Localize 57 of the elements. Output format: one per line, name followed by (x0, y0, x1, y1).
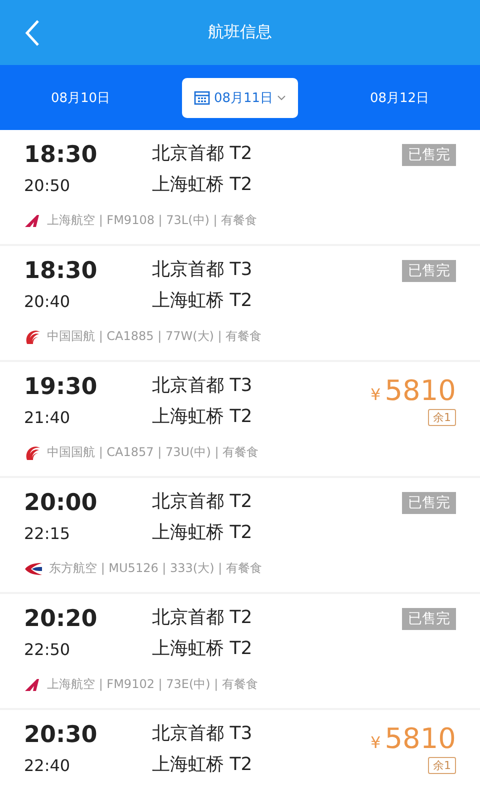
sold-out-label: 已售完 (402, 492, 456, 514)
arrival-time: 22:40 (24, 755, 72, 777)
price: 5810 (384, 376, 456, 406)
arrival-time: 20:50 (24, 175, 72, 197)
departure-time: 20:00 (24, 489, 98, 518)
flight-card[interactable]: 20:30 22:40 北京首都 T3 上海虹桥 T2 ¥5810 余1 (0, 710, 480, 800)
arrival-time: 22:15 (24, 523, 72, 545)
page-title: 航班信息 (208, 22, 272, 43)
flight-card[interactable]: 20:20 22:50 北京首都 T2 上海虹桥 T2 已售完 上海航空 | FM9102 | 73E(中) | 有餐食 (0, 594, 480, 708)
flight-card[interactable]: 19:30 21:40 北京首都 T3 上海虹桥 T2 ¥5810 余1 中国国航 | CA1857 | 73U(中) | 有餐食 (0, 362, 480, 476)
currency-symbol: ¥ (370, 733, 381, 752)
seats-left-tag: 余1 (428, 757, 456, 774)
flight-details: 中国国航 | CA1885 | 77W(大) | 有餐食 (47, 328, 262, 345)
date-tab[interactable]: 08月12日 (360, 80, 440, 114)
airline-logo-icon (24, 214, 41, 228)
arrival-airport: 上海虹桥 T2 (152, 173, 254, 197)
calendar-icon (194, 90, 210, 105)
arrival-time: 21:40 (24, 407, 72, 429)
currency-symbol: ¥ (370, 385, 381, 404)
departure-airport: 北京首都 T2 (152, 606, 254, 630)
sold-out-label: 已售完 (402, 260, 456, 282)
departure-time: 19:30 (24, 373, 98, 402)
departure-airport: 北京首都 T3 (152, 258, 254, 282)
departure-airport: 北京首都 T3 (152, 374, 254, 398)
sold-out-label: 已售完 (402, 608, 456, 630)
date-tab[interactable]: 08月10日 (40, 80, 120, 114)
flight-card[interactable]: 20:00 22:15 北京首都 T2 上海虹桥 T2 已售完 东方航空 | MU5126 | 333(大) | 有餐食 (0, 478, 480, 592)
arrival-airport: 上海虹桥 T2 (152, 405, 254, 429)
departure-airport: 北京首都 T2 (152, 142, 254, 166)
back-icon[interactable] (24, 19, 40, 47)
flight-details: 上海航空 | FM9108 | 73L(中) | 有餐食 (47, 212, 258, 229)
departure-time: 18:30 (24, 141, 98, 170)
arrival-airport: 上海虹桥 T2 (152, 753, 254, 777)
price: 5810 (384, 724, 456, 754)
date-tab[interactable]: 08月11日 (182, 78, 298, 118)
departure-airport: 北京首都 T3 (152, 722, 254, 746)
arrival-time: 20:40 (24, 291, 72, 313)
arrival-time: 22:50 (24, 639, 72, 661)
airline-logo-icon (24, 562, 43, 576)
departure-time: 20:20 (24, 605, 98, 634)
sold-out-label: 已售完 (402, 144, 456, 166)
flight-card[interactable]: 18:30 20:50 北京首都 T2 上海虹桥 T2 已售完 上海航空 | FM9108 | 73L(中) | 有餐食 (0, 130, 480, 244)
flight-details: 东方航空 | MU5126 | 333(大) | 有餐食 (49, 560, 262, 577)
seats-left-tag: 余1 (428, 409, 456, 426)
chevron-down-icon (277, 94, 286, 100)
arrival-airport: 上海虹桥 T2 (152, 521, 254, 545)
flight-details: 上海航空 | FM9102 | 73E(中) | 有餐食 (47, 676, 258, 693)
flight-card[interactable]: 18:30 20:40 北京首都 T3 上海虹桥 T2 已售完 中国国航 | CA1885 | 77W(大) | 有餐食 (0, 246, 480, 360)
airline-logo-icon (24, 444, 41, 460)
airline-logo-icon (24, 328, 41, 344)
arrival-airport: 上海虹桥 T2 (152, 637, 254, 661)
arrival-airport: 上海虹桥 T2 (152, 289, 254, 313)
departure-airport: 北京首都 T2 (152, 490, 254, 514)
departure-time: 20:30 (24, 721, 98, 750)
flight-details: 中国国航 | CA1857 | 73U(中) | 有餐食 (47, 444, 259, 461)
airline-logo-icon (24, 678, 41, 692)
departure-time: 18:30 (24, 257, 98, 286)
